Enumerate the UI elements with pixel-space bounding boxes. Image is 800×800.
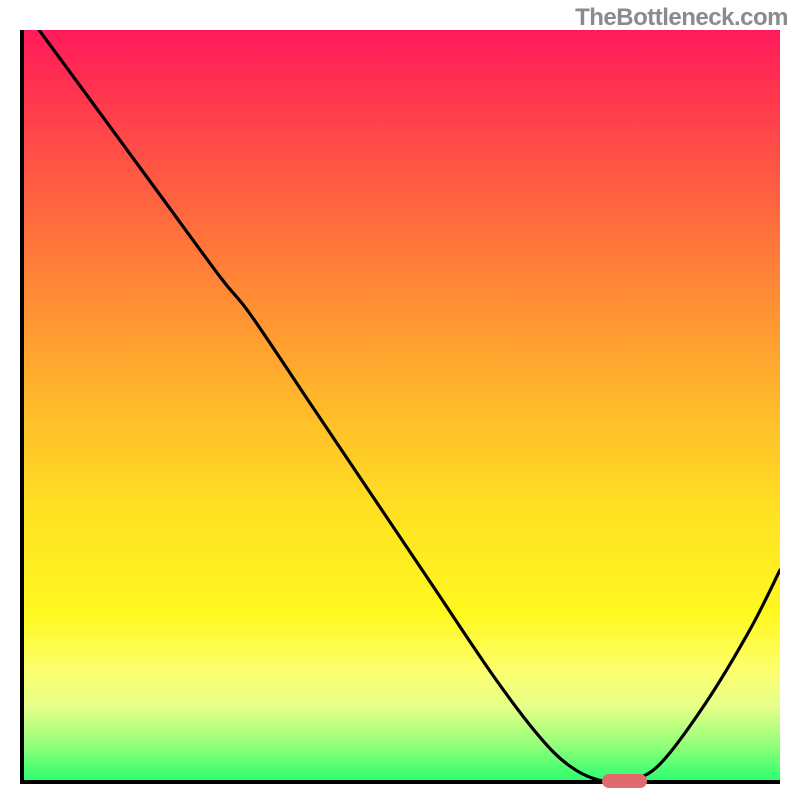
chart-area xyxy=(20,30,780,784)
watermark-text: TheBottleneck.com xyxy=(575,4,788,32)
optimal-marker xyxy=(602,774,648,788)
bottleneck-curve xyxy=(24,30,780,780)
